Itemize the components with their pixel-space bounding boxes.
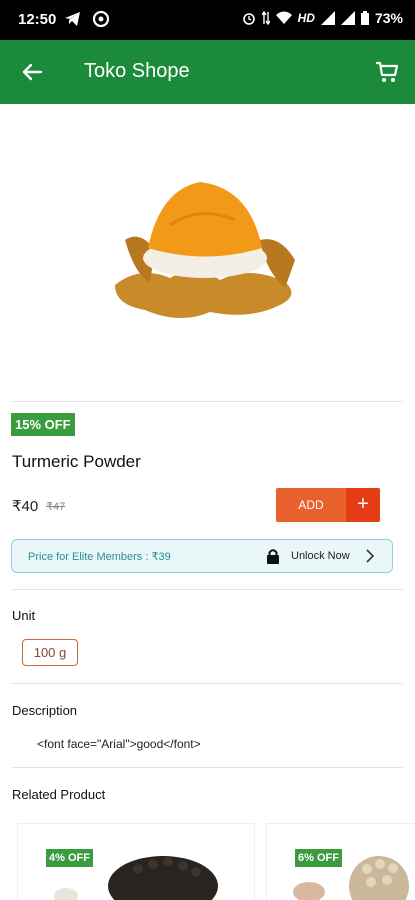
related-product-image — [54, 856, 218, 900]
app-bar: Toko Shope — [0, 40, 415, 104]
status-notification-icons — [64, 10, 110, 28]
lock-icon — [267, 549, 279, 564]
alarm-icon — [242, 13, 255, 25]
divider — [12, 589, 403, 590]
cart-button[interactable] — [369, 54, 405, 90]
unit-title: Unit — [12, 608, 36, 623]
add-to-cart-button[interactable]: ADD + — [276, 488, 380, 522]
status-bar: 12:50 HD 73% — [0, 0, 415, 40]
add-button-label[interactable]: ADD — [276, 488, 346, 522]
elite-price-banner[interactable]: Price for Elite Members : ₹39 Unlock Now — [11, 539, 393, 573]
signal-icon — [320, 11, 335, 25]
status-time: 12:50 — [18, 11, 57, 28]
network-type: HD — [297, 11, 315, 25]
cart-icon — [376, 61, 399, 82]
unlock-now-link[interactable]: Unlock Now — [291, 550, 350, 562]
battery-icon — [360, 11, 369, 25]
related-product-card[interactable]: 6% OFF — [266, 823, 415, 900]
related-product-card[interactable]: 4% OFF — [17, 823, 255, 900]
divider — [12, 767, 403, 768]
signal-icon-2 — [340, 11, 355, 25]
wifi-icon — [275, 11, 292, 24]
page-title: Toko Shope — [84, 60, 190, 82]
app-notification-icon — [92, 10, 110, 28]
status-system-icons: HD 73% — [242, 10, 403, 26]
add-plus-button[interactable]: + — [346, 488, 380, 522]
related-products-title: Related Product — [12, 787, 106, 802]
related-product-image — [293, 856, 409, 900]
product-image — [115, 182, 295, 319]
discount-badge: 15% OFF — [11, 413, 75, 436]
divider — [12, 683, 403, 684]
divider — [12, 401, 403, 402]
description-text: <font face="Arial">good</font> — [37, 737, 201, 751]
description-title: Description — [12, 703, 78, 718]
arrow-left-icon — [22, 63, 43, 81]
battery-percent: 73% — [374, 10, 403, 26]
unit-option-chip[interactable]: 100 g — [22, 639, 78, 666]
elite-price-text: Price for Elite Members : ₹39 — [28, 551, 171, 563]
product-name: Turmeric Powder — [12, 452, 141, 471]
telegram-icon — [65, 12, 80, 26]
product-mrp: ₹47 — [46, 501, 66, 513]
product-price: ₹40 — [12, 498, 39, 515]
back-button[interactable] — [14, 54, 50, 90]
chevron-right-icon — [366, 549, 375, 563]
data-transfer-icon — [261, 11, 270, 25]
